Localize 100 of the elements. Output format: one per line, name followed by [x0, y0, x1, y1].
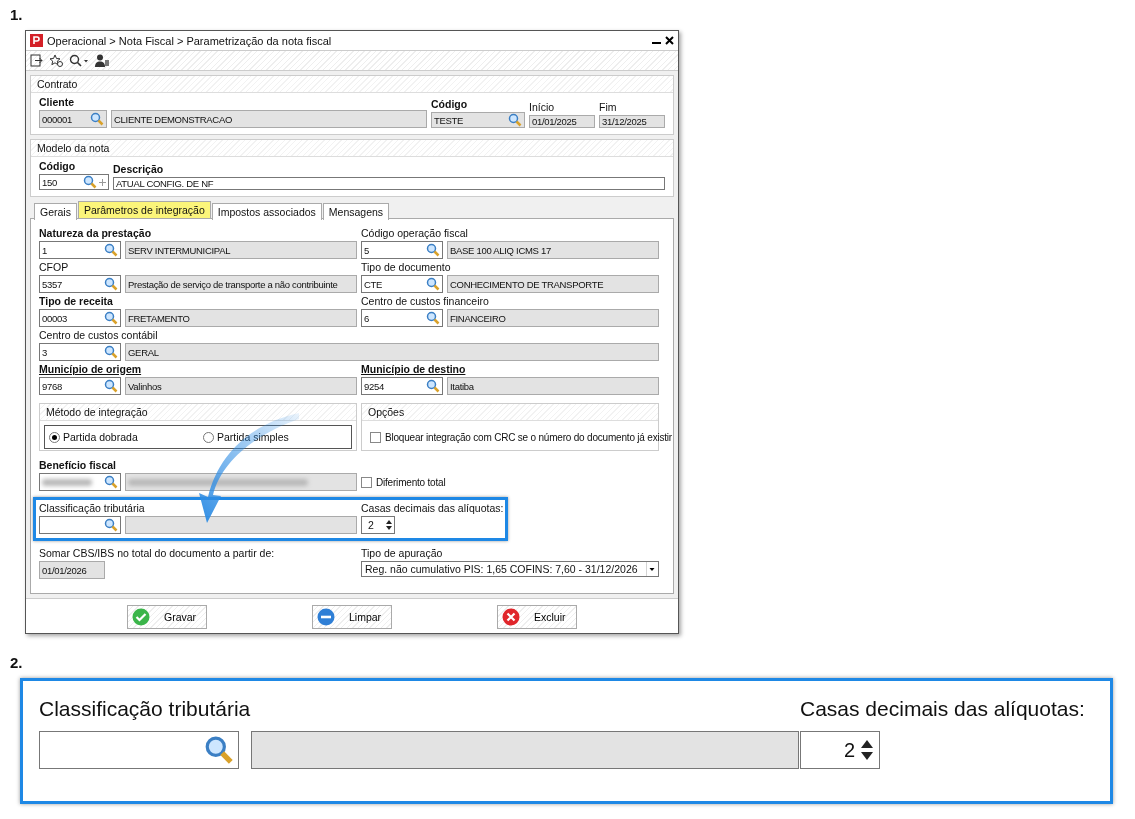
description-field: Valinhos — [125, 377, 357, 395]
field-label: Classificação tributária — [39, 502, 146, 514]
field-label: Código operação fiscal — [361, 227, 469, 239]
field-label: Tipo de documento — [361, 261, 452, 273]
description-field: FRETAMENTO — [125, 309, 357, 327]
search-icon[interactable] — [104, 379, 118, 393]
field-label: Município de origem — [39, 363, 143, 375]
field-label: Natureza da prestação — [39, 227, 153, 239]
star-add-icon[interactable] — [49, 54, 63, 67]
cross-icon — [502, 608, 520, 626]
date-field[interactable]: 01/01/2025 — [529, 115, 595, 128]
checkbox[interactable] — [361, 477, 372, 488]
search-icon[interactable] — [104, 475, 118, 489]
field-label: Tipo de apuração — [361, 547, 444, 559]
date-field[interactable]: 31/12/2025 — [599, 115, 665, 128]
exit-icon[interactable] — [30, 54, 43, 67]
code-field[interactable] — [39, 473, 121, 491]
description-field: BASE 100 ALIQ ICMS 17 — [447, 241, 659, 259]
search-icon[interactable] — [104, 311, 118, 325]
code-field[interactable]: TESTE — [431, 112, 525, 128]
field-label: Classificação tributária — [39, 697, 252, 721]
search-icon[interactable] — [508, 113, 522, 127]
code-field[interactable]: 5 — [361, 241, 443, 259]
code-field[interactable]: 9768 — [39, 377, 121, 395]
date-field[interactable]: 01/01/2026 — [39, 561, 105, 579]
check-icon — [132, 608, 150, 626]
code-field[interactable]: 9254 — [361, 377, 443, 395]
search-icon[interactable] — [104, 277, 118, 291]
app-logo-icon — [30, 34, 43, 47]
field-label: Município de destino — [361, 363, 467, 375]
search-icon[interactable] — [426, 243, 440, 257]
action-button[interactable]: Limpar — [312, 605, 392, 629]
description-field: CLIENTE DEMONSTRACAO — [111, 110, 427, 128]
field-label: Somar CBS/IBS no total do documento a partir de: — [39, 547, 276, 559]
section-title: Contrato — [31, 76, 673, 93]
description-field[interactable]: ATUAL CONFIG. DE NF — [113, 177, 665, 190]
search-dropdown-icon[interactable] — [69, 54, 89, 67]
field-label: Código — [431, 98, 469, 110]
description-field: Itatiba — [447, 377, 659, 395]
window-title: Operacional > Nota Fiscal > Parametrização da nota fiscal — [47, 34, 333, 47]
action-button[interactable]: Gravar — [127, 605, 207, 629]
add-icon[interactable] — [99, 178, 106, 186]
field-label: Centro de custos financeiro — [361, 295, 490, 307]
checkbox[interactable] — [370, 431, 381, 443]
field-label: Centro de custos contábil — [39, 329, 159, 341]
search-icon[interactable] — [426, 277, 440, 291]
code-field[interactable]: 150 — [39, 174, 109, 190]
search-icon[interactable] — [426, 311, 440, 325]
user-icon[interactable] — [95, 54, 109, 67]
tab[interactable]: Gerais — [34, 203, 77, 220]
field-label: Casas decimais das alíquotas: — [800, 697, 1086, 721]
field-label: Casas decimais das alíquotas: — [361, 502, 504, 514]
description-field: FINANCEIRO — [447, 309, 659, 327]
step-label: 1. — [10, 6, 24, 25]
search-icon[interactable] — [90, 112, 104, 126]
radio-dot[interactable] — [203, 431, 214, 443]
tab[interactable]: Parâmetros de integração — [77, 201, 211, 218]
step-label: 2. — [10, 654, 24, 673]
search-icon[interactable] — [82, 175, 97, 189]
search-icon[interactable] — [104, 243, 118, 257]
radio-dot[interactable] — [49, 431, 60, 443]
description-field: CONHECIMENTO DE TRANSPORTE — [447, 275, 659, 293]
action-button[interactable]: Excluir — [497, 605, 577, 629]
minus-icon — [317, 608, 335, 626]
field-label: CFOP — [39, 261, 70, 273]
code-field[interactable] — [39, 516, 121, 534]
tab[interactable]: Impostos associados — [211, 203, 322, 220]
field-label: Tipo de receita — [39, 295, 114, 307]
code-field[interactable]: 00003 — [39, 309, 121, 327]
spin-arrows-icon[interactable] — [386, 519, 392, 531]
tab[interactable]: Mensagens — [322, 203, 390, 220]
group-title: Método de integração — [40, 404, 356, 421]
code-field[interactable]: CTE — [361, 275, 443, 293]
description-field: Prestação de serviço de transporte a não contribuinte — [125, 275, 357, 293]
radio-option[interactable]: Partida simples — [203, 431, 347, 443]
code-field[interactable]: 000001 — [39, 110, 107, 128]
search-icon[interactable] — [104, 518, 118, 532]
radio-option[interactable]: Partida dobrada — [49, 431, 193, 443]
search-icon[interactable] — [104, 345, 118, 359]
spin-arrows-icon[interactable] — [861, 738, 873, 762]
search-icon[interactable] — [204, 735, 234, 765]
code-field[interactable]: 1 — [39, 241, 121, 259]
checkbox-option[interactable]: Bloquear integração com CRC se o número do documento já existir — [370, 431, 672, 443]
close-icon[interactable] — [665, 36, 674, 45]
dropdown[interactable]: Reg. não cumulativo PIS: 1,65 COFINS: 7,60 - 31/12/2026 — [361, 561, 659, 577]
code-field[interactable]: 5357 — [39, 275, 121, 293]
code-field[interactable] — [39, 731, 239, 769]
search-icon[interactable] — [426, 379, 440, 393]
code-field[interactable]: 3 — [39, 343, 121, 361]
description-field: GERAL — [125, 343, 659, 361]
field-label: Descrição — [113, 163, 165, 175]
spin-field[interactable]: 2 — [361, 516, 395, 534]
spin-field[interactable]: 2 — [800, 731, 880, 769]
group-title: Opções — [362, 404, 658, 421]
field-label: Benefício fiscal — [39, 459, 118, 471]
field-label: Início — [529, 101, 556, 113]
field-label: Código — [39, 160, 77, 172]
checkbox-option[interactable]: Diferimento total — [361, 477, 446, 488]
description-field: SERV INTERMUNICIPAL — [125, 241, 357, 259]
code-field[interactable]: 6 — [361, 309, 443, 327]
